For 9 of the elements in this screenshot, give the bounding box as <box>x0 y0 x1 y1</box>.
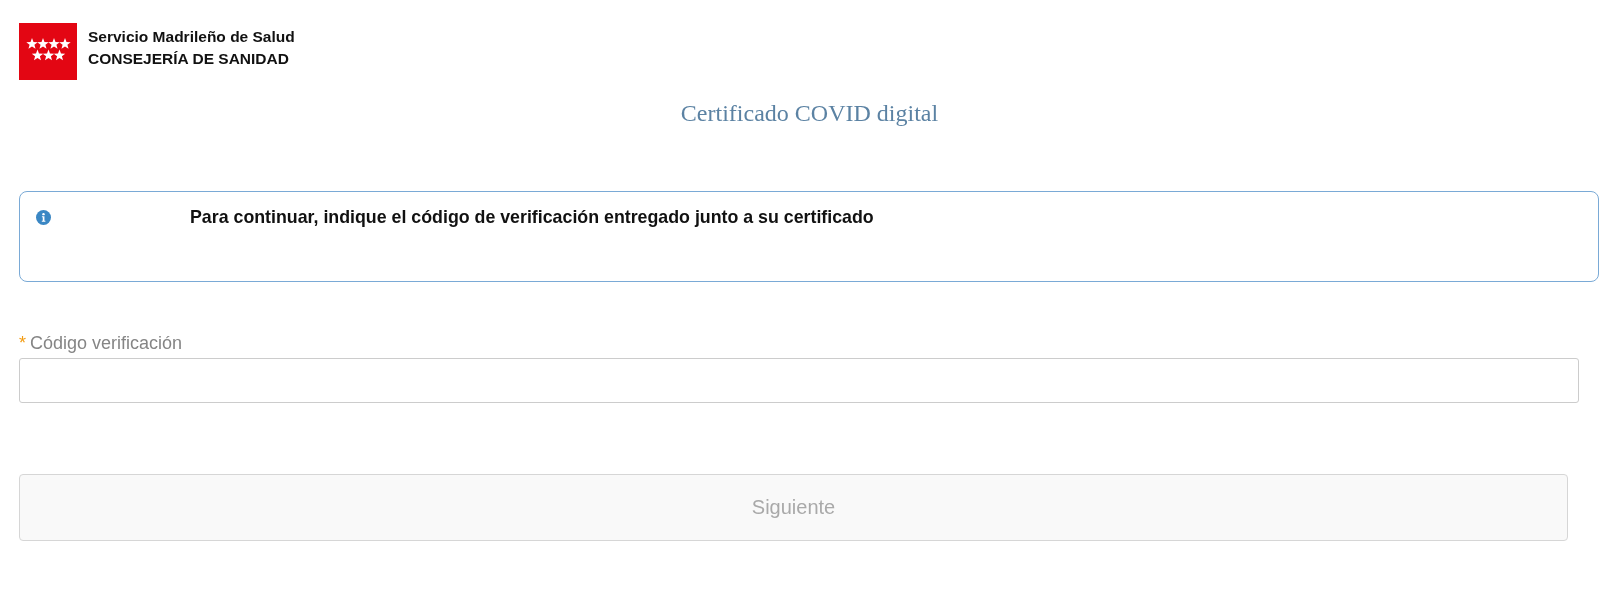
logo-icon <box>19 23 77 80</box>
info-message: Para continuar, indique el código de verificación entregado junto a su certificado <box>190 207 874 227</box>
organization-name: Servicio Madrileño de Salud <box>88 27 295 47</box>
department-name: CONSEJERÍA DE SANIDAD <box>88 49 289 69</box>
page-title: Certificado COVID digital <box>680 99 939 127</box>
field-label: Código verificación <box>30 333 183 354</box>
info-icon <box>36 210 51 225</box>
required-asterisk: * <box>19 333 26 354</box>
input-field[interactable] <box>19 358 1579 403</box>
